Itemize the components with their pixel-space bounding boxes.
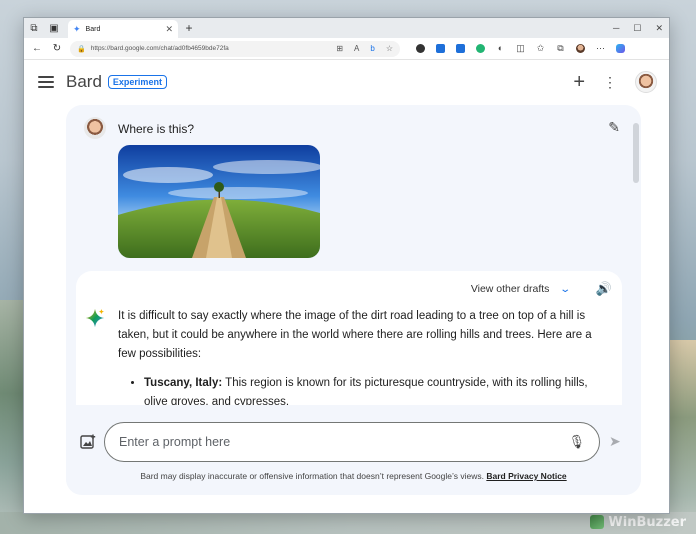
minimize-icon[interactable]: ─ <box>613 23 619 33</box>
tab-bar: ⧉ ▣ ✦ Bard ✕ + ─ ☐ ✕ <box>24 18 669 38</box>
user-prompt-text: Where is this? <box>118 122 195 136</box>
answer-intro: It is difficult to say exactly where the… <box>118 310 592 360</box>
add-image-icon[interactable] <box>80 434 96 450</box>
copilot-icon[interactable] <box>616 44 625 53</box>
profile-icon[interactable] <box>576 44 585 53</box>
menu-icon[interactable] <box>38 76 54 88</box>
prompt-box: 🎙 <box>104 422 600 462</box>
extension-refresh-icon[interactable]: ◐ <box>496 44 505 53</box>
apps-icon[interactable]: ⊞ <box>336 44 343 53</box>
prompt-input[interactable] <box>119 435 569 449</box>
bard-header: Bard Experiment + ⋮ <box>24 60 669 104</box>
extension-dark-icon[interactable] <box>416 44 425 53</box>
bard-page: Bard Experiment + ⋮ Where is this? ✎ Vie… <box>24 60 669 513</box>
experiment-badge: Experiment <box>107 75 167 89</box>
new-chat-icon[interactable]: + <box>573 71 585 94</box>
tab-actions-icon[interactable]: ▣ <box>44 18 64 38</box>
address-bar: ← ↻ 🔒 https://bard.google.com/chat/ad0fb… <box>24 38 669 60</box>
send-icon[interactable]: ➤ <box>609 433 621 450</box>
watermark-logo-icon <box>590 515 605 529</box>
extension-grammarly-icon[interactable] <box>476 44 485 53</box>
browser-window: ⧉ ▣ ✦ Bard ✕ + ─ ☐ ✕ ← ↻ 🔒 https://bard.… <box>23 17 670 514</box>
view-other-drafts-button[interactable]: View other drafts <box>471 283 550 295</box>
watermark: WinBuzzer <box>590 512 686 532</box>
favorites-icon[interactable]: ✩ <box>536 44 545 53</box>
conversation-panel: Where is this? ✎ View other drafts ⌄ 🔊 I… <box>66 105 641 495</box>
bard-logo[interactable]: Bard <box>66 72 102 92</box>
bullet-title: Tuscany, Italy: <box>144 377 223 389</box>
chevron-down-icon[interactable]: ⌄ <box>560 284 572 295</box>
more-icon[interactable]: ⋯ <box>596 44 605 53</box>
new-tab-button[interactable]: + <box>182 21 196 35</box>
collections-icon[interactable]: ⧉ <box>556 44 565 53</box>
speaker-icon[interactable]: 🔊 <box>596 281 612 297</box>
close-window-icon[interactable]: ✕ <box>655 23 663 34</box>
desktop-wallpaper-left <box>0 300 24 534</box>
microphone-icon[interactable]: 🎙 <box>568 434 585 450</box>
url-field[interactable]: 🔒 https://bard.google.com/chat/ad0fb4659… <box>70 40 400 57</box>
tab-bard[interactable]: ✦ Bard ✕ <box>68 20 178 38</box>
watermark-text: WinBuzzer <box>608 514 686 530</box>
input-row: 🎙 ➤ Bard may display inaccurate or offen… <box>66 405 641 495</box>
user-avatar <box>84 117 106 139</box>
url-text: https://bard.google.com/chat/ad0fb4659bd… <box>90 45 229 52</box>
privacy-notice-link[interactable]: Bard Privacy Notice <box>486 471 566 481</box>
window-controls: ─ ☐ ✕ <box>613 18 663 38</box>
lock-icon: 🔒 <box>77 45 86 53</box>
extension-trello-icon[interactable] <box>456 44 465 53</box>
scrollbar[interactable] <box>633 113 639 413</box>
avatar[interactable] <box>635 71 657 93</box>
sparkle-icon <box>85 308 105 328</box>
bing-icon[interactable]: b <box>370 44 374 53</box>
more-vert-icon[interactable]: ⋮ <box>603 75 617 89</box>
extensions-bar: ◐ ◫ ✩ ⧉ ⋯ <box>416 44 625 53</box>
scrollbar-thumb[interactable] <box>633 123 639 183</box>
extension-blue-icon[interactable] <box>436 44 445 53</box>
tab-title: Bard <box>85 25 101 33</box>
workspaces-icon[interactable]: ⧉ <box>24 18 44 38</box>
split-screen-icon[interactable]: ◫ <box>516 44 525 53</box>
back-icon[interactable]: ← <box>30 43 44 54</box>
disclaimer-text: Bard may display inaccurate or offensive… <box>140 471 484 481</box>
bard-favicon-icon: ✦ <box>73 23 81 34</box>
drafts-row: View other drafts ⌄ 🔊 <box>471 281 612 297</box>
uploaded-image[interactable] <box>118 145 320 258</box>
refresh-icon[interactable]: ↻ <box>50 43 64 54</box>
bard-answer: It is difficult to say exactly where the… <box>118 307 608 412</box>
tab-close-icon[interactable]: ✕ <box>165 24 173 35</box>
edit-pencil-icon[interactable]: ✎ <box>608 119 620 136</box>
read-aloud-icon[interactable]: A <box>354 44 359 53</box>
maximize-icon[interactable]: ☐ <box>633 23 641 34</box>
favorite-star-icon[interactable]: ☆ <box>386 44 393 53</box>
disclaimer: Bard may display inaccurate or offensive… <box>66 471 641 481</box>
desktop-wallpaper-right <box>666 340 696 534</box>
